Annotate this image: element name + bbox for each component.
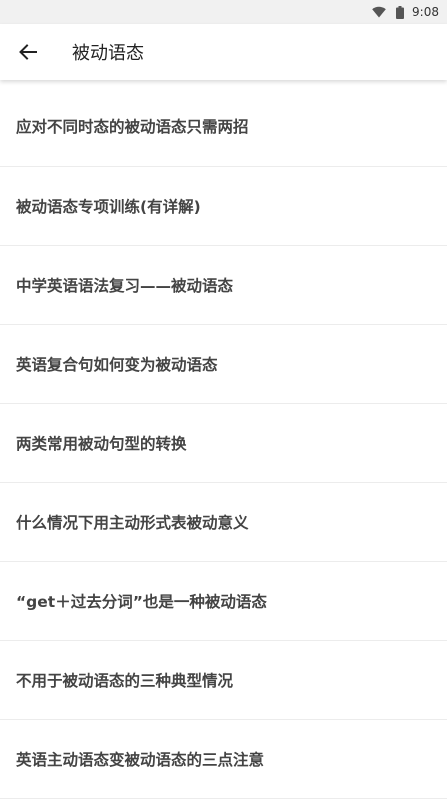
list-item[interactable]: “get＋过去分词”也是一种被动语态 <box>0 562 447 641</box>
wifi-icon <box>372 6 386 18</box>
list-item-title: 被动语态专项训练(有详解) <box>16 198 201 216</box>
list-item[interactable]: 什么情况下用主动形式表被动意义 <box>0 483 447 562</box>
list-item-title: 英语主动语态变被动语态的三点注意 <box>16 751 265 769</box>
article-list: 应对不同时态的被动语态只需两招 被动语态专项训练(有详解) 中学英语语法复习——… <box>0 80 447 799</box>
page-title: 被动语态 <box>72 43 144 64</box>
list-item[interactable]: 英语复合句如何变为被动语态 <box>0 325 447 404</box>
list-item[interactable]: 不用于被动语态的三种典型情况 <box>0 641 447 720</box>
list-item-title: 不用于被动语态的三种典型情况 <box>16 672 234 690</box>
app-bar: 被动语态 <box>0 24 447 80</box>
battery-icon <box>396 5 405 19</box>
list-item[interactable]: 应对不同时态的被动语态只需两招 <box>0 80 447 167</box>
status-time: 9:08 <box>412 5 439 19</box>
list-item-title: “get＋过去分词”也是一种被动语态 <box>16 593 267 611</box>
back-button[interactable] <box>0 24 56 80</box>
list-item-title: 什么情况下用主动形式表被动意义 <box>16 514 249 532</box>
status-bar: 9:08 <box>0 0 447 24</box>
list-item-title: 中学英语语法复习——被动语态 <box>16 277 234 295</box>
list-item[interactable]: 两类常用被动句型的转换 <box>0 404 447 483</box>
list-item[interactable]: 被动语态专项训练(有详解) <box>0 167 447 246</box>
list-item[interactable]: 中学英语语法复习——被动语态 <box>0 246 447 325</box>
list-item[interactable]: 英语主动语态变被动语态的三点注意 <box>0 720 447 799</box>
list-item-title: 应对不同时态的被动语态只需两招 <box>16 118 249 136</box>
list-item-title: 英语复合句如何变为被动语态 <box>16 356 218 374</box>
arrow-left-icon <box>19 44 37 60</box>
list-item-title: 两类常用被动句型的转换 <box>16 435 187 453</box>
